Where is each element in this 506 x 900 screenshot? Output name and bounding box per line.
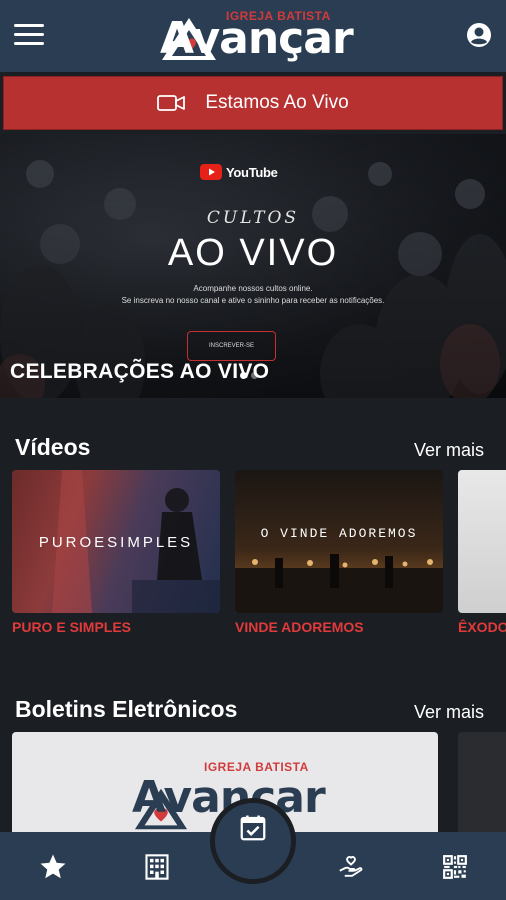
videos-section-title: Vídeos [15, 434, 91, 460]
video-camera-icon [157, 95, 186, 111]
nav-favorites-button[interactable] [36, 850, 70, 884]
youtube-logo: YouTube [200, 164, 278, 180]
bulletins-see-more-link[interactable]: Ver mais [414, 702, 484, 723]
youtube-label: YouTube [226, 164, 278, 180]
menu-button[interactable] [14, 24, 46, 48]
nav-qr-button[interactable] [438, 850, 472, 884]
calendar-check-icon [240, 815, 266, 841]
video-art-text: O VINDE ADOREMOS [260, 526, 418, 541]
videos-see-more-link[interactable]: Ver mais [414, 440, 484, 461]
bulletins-section-title: Boletins Eletrônicos [15, 696, 238, 722]
building-icon [145, 854, 169, 880]
hero-subtitle-line2: Se inscreva no nosso canal e ative o sin… [121, 296, 385, 305]
hero-ao-vivo-text: AO VIVO [167, 232, 339, 274]
hand-heart-icon [339, 856, 363, 877]
star-icon [40, 854, 66, 879]
hero-subtitle-line1: Acompanhe nossos cultos online. [193, 284, 313, 293]
qr-code-icon [443, 855, 467, 879]
live-stream-banner[interactable]: Estamos Ao Vivo [3, 76, 503, 130]
nav-donate-button[interactable] [334, 850, 368, 884]
account-circle-icon [467, 23, 491, 47]
hero-cultos-text: CULTOS [206, 208, 300, 228]
video-card-puro-e-simples[interactable]: PUROESIMPLES [12, 470, 220, 613]
carousel-dot[interactable] [251, 372, 258, 379]
bulletin-card[interactable] [458, 732, 506, 842]
video-art-text: PUROESIMPLES [38, 534, 194, 551]
subscribe-button[interactable]: INSCREVER-SE [187, 331, 276, 361]
video-title[interactable]: PURO E SIMPLES [12, 619, 131, 635]
account-button[interactable] [466, 22, 492, 48]
hamburger-menu-icon [14, 24, 44, 27]
church-logo: IGREJA BATISTA Avançar [160, 6, 360, 66]
logo-wordmark: Avançar [160, 13, 354, 64]
video-thumbnail-image [235, 554, 443, 613]
hero-carousel[interactable]: YouTube CULTOS AO VIVO Acompanhe nossos … [0, 134, 506, 398]
carousel-dot[interactable] [240, 372, 247, 379]
carousel-dots [240, 372, 262, 379]
video-title[interactable]: ÊXODO [458, 619, 506, 635]
video-card-exodo[interactable] [458, 470, 506, 613]
video-title[interactable]: VINDE ADOREMOS [235, 619, 364, 635]
nav-church-button[interactable] [140, 850, 174, 884]
nav-agenda-button[interactable] [210, 798, 296, 884]
hero-title: CELEBRAÇÕES AO VIVO [10, 360, 270, 383]
youtube-play-icon [200, 164, 222, 180]
live-banner-label: Estamos Ao Vivo [205, 92, 349, 113]
app-header: IGREJA BATISTA Avançar [0, 0, 506, 72]
video-card-vinde-adoremos[interactable]: O VINDE ADOREMOS [235, 470, 443, 613]
